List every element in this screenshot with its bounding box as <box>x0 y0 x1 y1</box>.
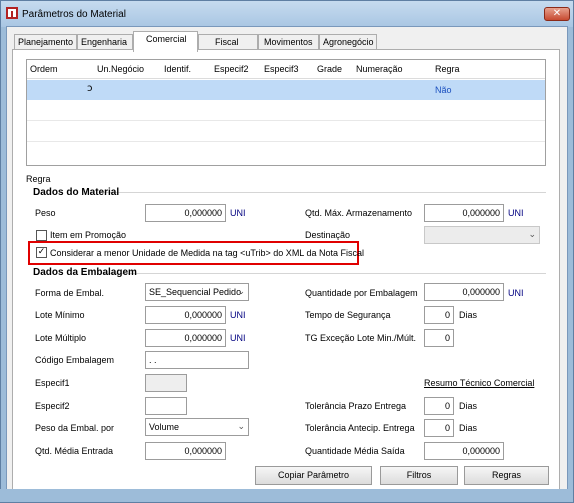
forma-select[interactable]: SE_Sequencial Pedido ⌄ <box>145 283 249 301</box>
peso-unit: UNI <box>230 208 246 218</box>
forma-value: SE_Sequencial Pedido <box>149 287 242 297</box>
destinacao-label: Destinação <box>305 230 351 240</box>
tolerancia-antecip-label: Tolerância Antecip. Entrega <box>305 423 415 433</box>
codigo-embalagem-label: Código Embalagem <box>35 355 115 365</box>
regras-grid[interactable]: Ordem Un.Negócio Identif. Especif2 Espec… <box>26 59 546 166</box>
tempo-seguranca-label: Tempo de Segurança <box>305 310 391 320</box>
group-divider <box>103 273 546 274</box>
lote-minimo-unit: UNI <box>230 310 246 320</box>
tab-engenharia[interactable]: Engenharia <box>77 34 133 50</box>
qtd-media-saida-label: Quantidade Média Saída <box>305 446 405 456</box>
peso-embal-label: Peso da Embal. por <box>35 423 115 433</box>
window-bottom-border <box>0 489 572 502</box>
checkmark-icon: ✓ <box>37 247 46 257</box>
peso-embal-select[interactable]: Volume ⌄ <box>145 418 249 436</box>
dados-material-heading: Dados do Material <box>33 187 120 198</box>
title-bar: Parâmetros do Material ✕ <box>1 1 573 27</box>
qtd-embalagem-input[interactable]: 0,000000 <box>424 283 504 301</box>
window-title: Parâmetros do Material <box>22 9 126 20</box>
especif1-input <box>145 374 187 392</box>
especif1-label: Especif1 <box>35 378 70 388</box>
column-header-especif3[interactable]: Especif3 <box>264 60 299 78</box>
peso-input[interactable]: 0,000000 <box>145 204 226 222</box>
tolerancia-prazo-unit: Dias <box>459 401 478 411</box>
tab-agronegocio[interactable]: Agronegócio <box>319 34 377 50</box>
filtros-button[interactable]: Filtros <box>380 466 458 485</box>
dados-embalagem-heading: Dados da Embalagem <box>33 267 137 278</box>
grid-row-divider <box>27 141 545 142</box>
qtd-max-unit: UNI <box>508 208 524 218</box>
column-header-numeracao[interactable]: Numeração <box>356 60 403 78</box>
especif2-label: Especif2 <box>35 401 70 411</box>
lote-minimo-label: Lote Mínimo <box>35 310 85 320</box>
tab-fiscal[interactable]: Fiscal <box>198 34 258 50</box>
lote-multiplo-label: Lote Múltiplo <box>35 333 87 343</box>
tolerancia-antecip-unit: Dias <box>459 423 478 433</box>
tab-label: Fiscal <box>215 37 239 47</box>
considerar-checkbox[interactable]: ✓ <box>36 247 47 258</box>
tab-planejamento[interactable]: Planejamento <box>14 34 77 50</box>
lote-multiplo-unit: UNI <box>230 333 246 343</box>
tempo-seguranca-input[interactable]: 0 <box>424 306 454 324</box>
table-cell-regra: Não <box>435 85 452 95</box>
tg-excecao-input[interactable]: 0 <box>424 329 454 347</box>
qtd-media-entrada-label: Qtd. Média Entrada <box>35 446 114 456</box>
close-button[interactable]: ✕ <box>544 7 570 21</box>
grid-row-divider <box>27 120 545 121</box>
column-header-grade[interactable]: Grade <box>317 60 342 78</box>
chevron-down-icon: ⌄ <box>237 422 245 432</box>
qtd-max-label: Qtd. Máx. Armazenamento <box>305 208 413 218</box>
regras-button[interactable]: Regras <box>464 466 549 485</box>
close-icon: ✕ <box>552 8 562 19</box>
chevron-down-icon: ⌄ <box>528 230 536 240</box>
qtd-embalagem-unit: UNI <box>508 288 524 298</box>
tolerancia-prazo-input[interactable]: 0 <box>424 397 454 415</box>
column-header-regra[interactable]: Regra <box>435 60 460 78</box>
item-promocao-checkbox[interactable] <box>36 230 47 241</box>
lote-minimo-input[interactable]: 0,000000 <box>145 306 226 324</box>
qtd-media-saida-input[interactable]: 0,000000 <box>424 442 504 460</box>
tab-label: Agronegócio <box>323 37 374 47</box>
table-row[interactable]: ↄ Não <box>27 80 545 100</box>
considerar-label: Considerar a menor Unidade de Medida na … <box>50 248 365 258</box>
group-divider <box>100 192 546 193</box>
tab-movimentos[interactable]: Movimentos <box>258 34 319 50</box>
qtd-embalagem-label: Quantidade por Embalagem <box>305 288 418 298</box>
item-promocao-label: Item em Promoção <box>50 230 127 240</box>
tempo-seguranca-unit: Dias <box>459 310 478 320</box>
column-header-ordem[interactable]: Ordem <box>30 60 58 78</box>
especif2-input[interactable] <box>145 397 187 415</box>
forma-label: Forma de Embal. <box>35 288 105 298</box>
tolerancia-antecip-input[interactable]: 0 <box>424 419 454 437</box>
regra-label: Regra <box>26 174 51 184</box>
grid-header-divider <box>27 78 545 79</box>
tg-excecao-label: TG Exceção Lote Min./Múlt. <box>305 333 417 343</box>
text-cursor-icon: ↄ <box>87 83 93 94</box>
qtd-max-input[interactable]: 0,000000 <box>424 204 504 222</box>
resumo-tecnico-link[interactable]: Resumo Técnico Comercial <box>424 378 534 388</box>
destinacao-select[interactable]: ⌄ <box>424 226 540 244</box>
app-icon <box>6 7 18 19</box>
tab-label: Comercial <box>146 34 187 44</box>
column-header-un-negocio[interactable]: Un.Negócio <box>97 60 144 78</box>
tab-label: Movimentos <box>264 37 313 47</box>
tab-label: Engenharia <box>81 37 128 47</box>
column-header-identif[interactable]: Identif. <box>164 60 191 78</box>
peso-label: Peso <box>35 208 56 218</box>
chevron-down-icon: ⌄ <box>237 287 245 297</box>
peso-embal-value: Volume <box>149 422 180 432</box>
tolerancia-prazo-label: Tolerância Prazo Entrega <box>305 401 407 411</box>
codigo-embalagem-input[interactable]: . . <box>145 351 249 369</box>
column-header-especif2[interactable]: Especif2 <box>214 60 249 78</box>
tab-comercial[interactable]: Comercial <box>133 31 198 52</box>
copiar-parametro-button[interactable]: Copiar Parâmetro <box>255 466 372 485</box>
tab-label: Planejamento <box>18 37 74 47</box>
lote-multiplo-input[interactable]: 0,000000 <box>145 329 226 347</box>
qtd-media-entrada-input[interactable]: 0,000000 <box>145 442 226 460</box>
